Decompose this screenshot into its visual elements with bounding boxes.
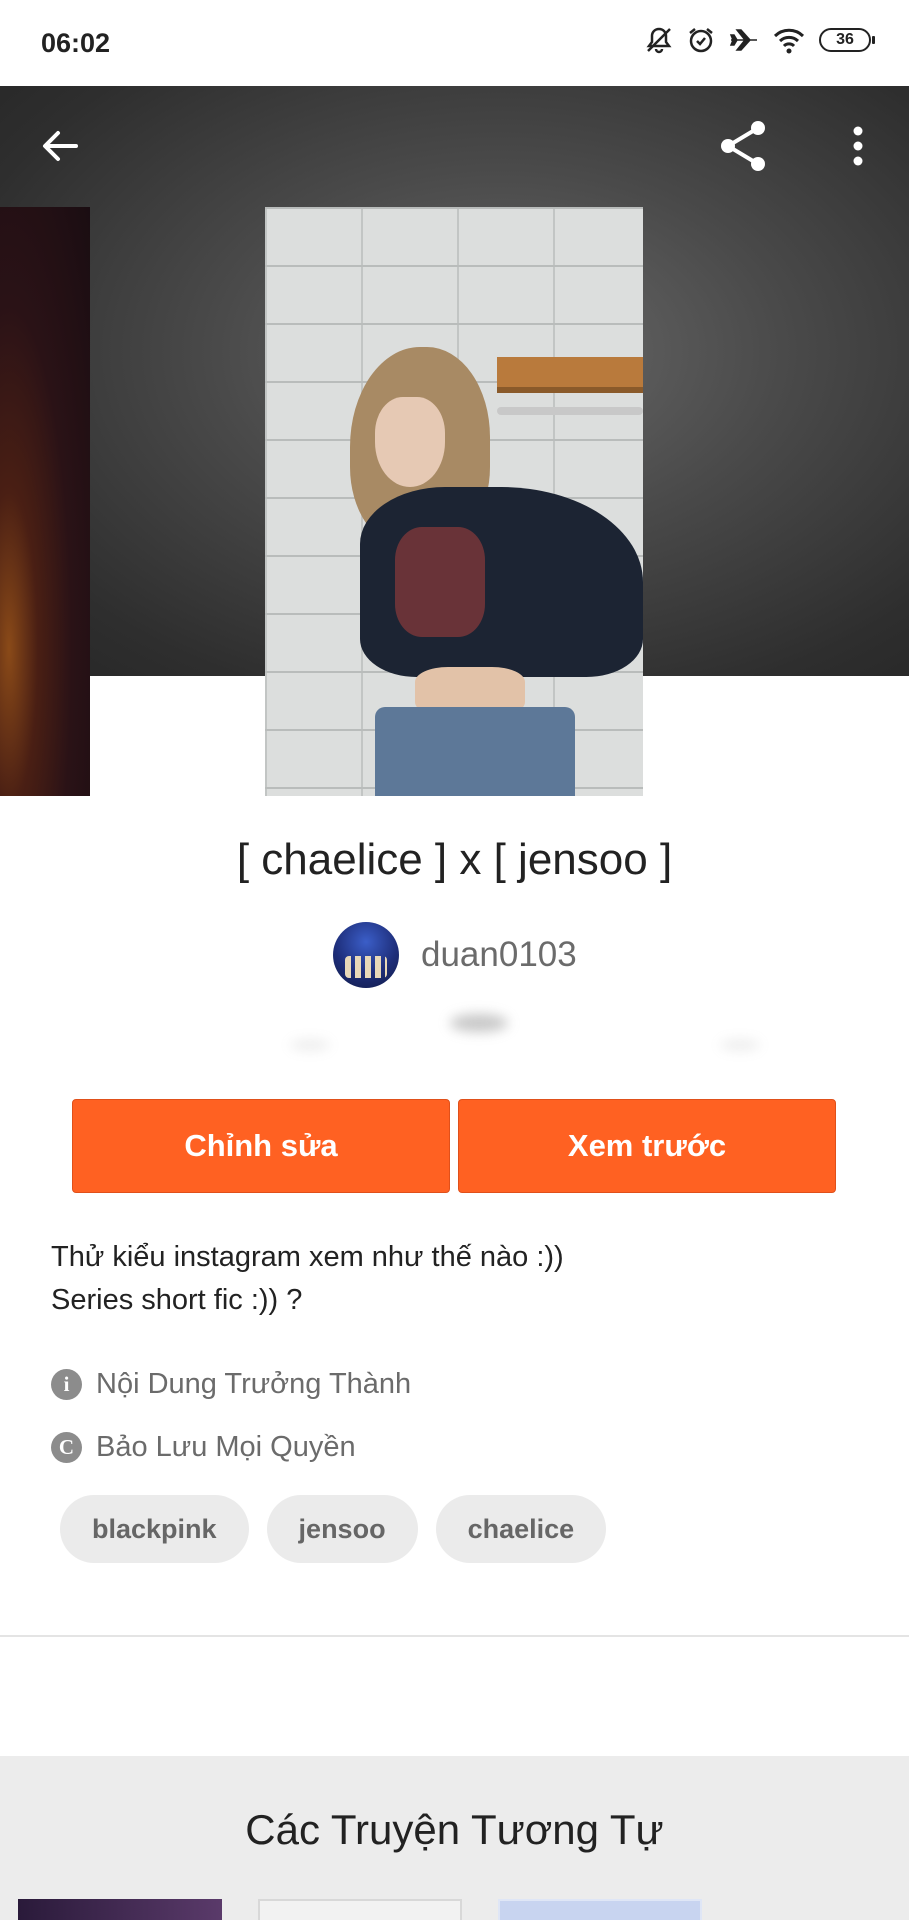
bell-off-icon (645, 26, 673, 54)
author-link[interactable]: duan0103 (333, 922, 577, 988)
avatar (333, 922, 399, 988)
info-icon: i (51, 1369, 82, 1400)
status-icons: 36 (645, 26, 875, 54)
story-description: Thử kiểu instagram xem như thế nào :)) S… (51, 1236, 564, 1322)
preview-button[interactable]: Xem trước (458, 1099, 836, 1193)
similar-story-cover[interactable] (258, 1899, 462, 1920)
stats-placeholder (450, 1014, 508, 1032)
author-name: duan0103 (421, 935, 577, 974)
previous-story-cover[interactable] (0, 207, 90, 796)
back-arrow-icon (43, 131, 78, 161)
airplane-icon (729, 26, 759, 54)
similar-stories-section: Các Truyện Tương Tự (0, 1756, 909, 1920)
description-line: Series short fic :)) ? (51, 1284, 303, 1316)
description-line: Thử kiểu instagram xem như thế nào :)) (51, 1241, 564, 1273)
stats-placeholder (290, 1040, 330, 1050)
story-title: [ chaelice ] x [ jensoo ] (236, 835, 673, 884)
story-cover-image (265, 207, 643, 796)
tag-list: blackpink jensoo chaelice (60, 1495, 607, 1563)
similar-stories-title: Các Truyện Tương Tự (245, 1806, 664, 1853)
status-bar: 06:02 36 (0, 0, 909, 86)
copyright-row: C Bảo Lưu Mọi Quyền (51, 1431, 356, 1464)
more-options-button[interactable] (822, 110, 894, 182)
mature-content-label: Nội Dung Trưởng Thành (96, 1368, 412, 1400)
status-time: 06:02 (41, 28, 111, 58)
mature-content-row: i Nội Dung Trưởng Thành (51, 1368, 411, 1401)
more-vertical-icon (853, 126, 863, 166)
share-button[interactable] (708, 110, 780, 182)
copyright-icon: C (51, 1432, 82, 1463)
similar-story-cover[interactable] (18, 1899, 222, 1920)
similar-story-cover[interactable] (498, 1899, 702, 1920)
tag-chaelice[interactable]: chaelice (435, 1495, 607, 1563)
battery-icon: 36 (819, 28, 875, 52)
copyright-label: Bảo Lưu Mọi Quyền (96, 1431, 356, 1463)
edit-button[interactable]: Chỉnh sửa (72, 1099, 450, 1193)
stats-placeholder (720, 1040, 760, 1050)
share-icon (721, 121, 765, 171)
tag-blackpink[interactable]: blackpink (60, 1495, 249, 1563)
section-divider (0, 1635, 909, 1637)
wifi-icon (773, 26, 805, 54)
alarm-icon (687, 26, 715, 54)
back-button[interactable] (24, 110, 96, 182)
tag-jensoo[interactable]: jensoo (266, 1495, 418, 1563)
